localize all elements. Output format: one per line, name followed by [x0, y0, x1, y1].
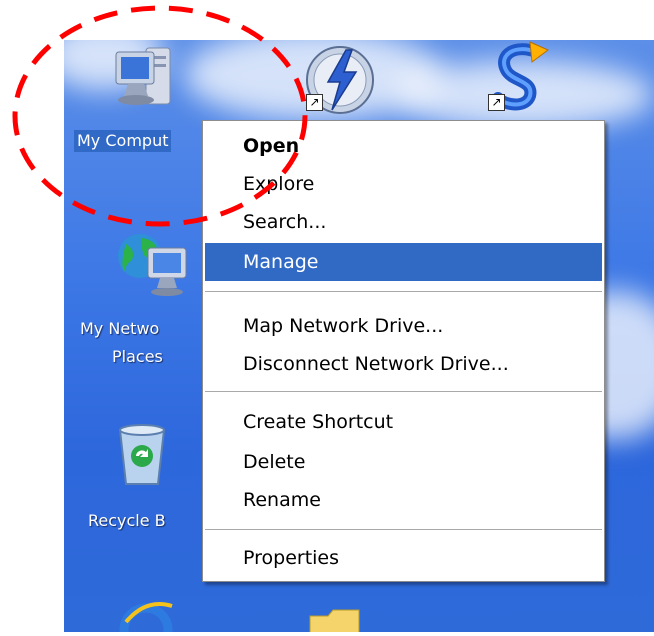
- annotation-highlight-ellipse: [12, 5, 308, 227]
